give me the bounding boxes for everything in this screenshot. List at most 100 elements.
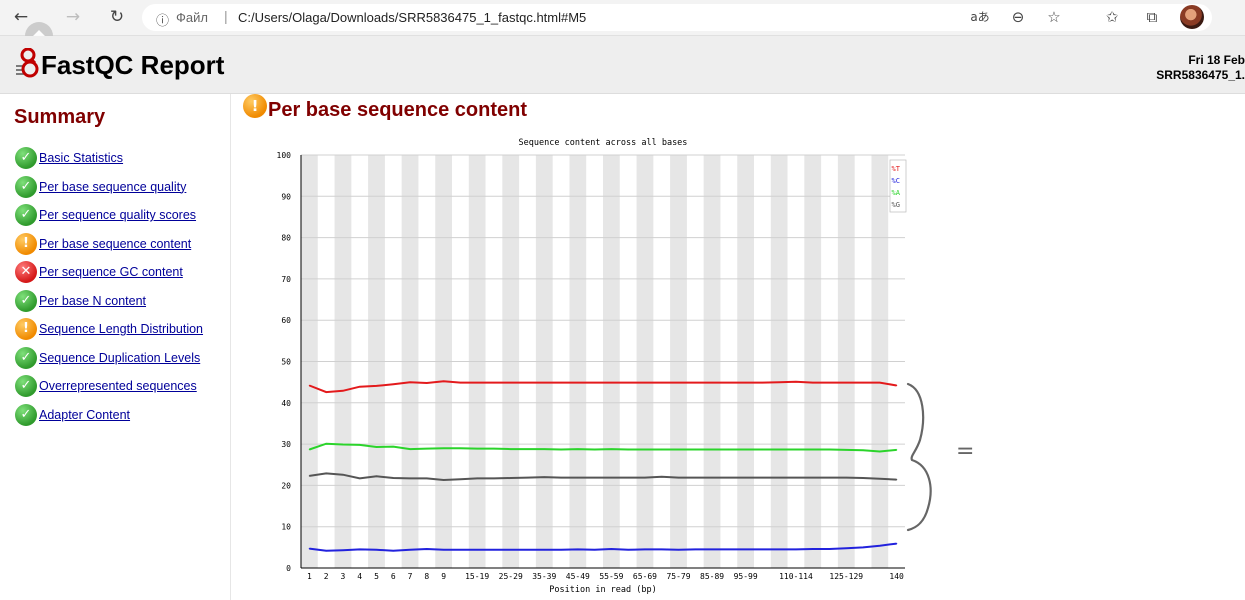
summary-link[interactable]: Per base sequence content	[39, 237, 191, 251]
x-tick-label: 1	[307, 572, 312, 581]
data-point	[426, 382, 428, 384]
data-point	[359, 548, 361, 551]
data-point	[476, 381, 478, 384]
data-point	[308, 475, 310, 477]
data-point	[325, 391, 327, 393]
data-point	[375, 446, 378, 448]
summary-link[interactable]: Per base sequence quality	[39, 180, 186, 194]
x-tick-label: 125-129	[829, 572, 863, 581]
data-point	[526, 448, 529, 450]
chart-title: Sequence content across all bases	[519, 138, 688, 148]
read-aloud-icon[interactable]: aあ	[968, 5, 992, 29]
info-icon[interactable]: ⓘ	[156, 10, 169, 29]
data-point	[526, 381, 529, 384]
data-point	[761, 548, 763, 551]
browser-toolbar: ← → ↻ ⓘ Файл | C:/Users/Olaga/Downloads/…	[0, 0, 1245, 36]
data-point	[694, 548, 696, 551]
data-point	[828, 448, 831, 451]
data-point	[778, 381, 780, 383]
forward-arrow-icon[interactable]: →	[60, 5, 86, 29]
data-point	[627, 381, 629, 384]
data-point	[476, 477, 478, 479]
data-point	[560, 549, 562, 551]
data-point	[711, 548, 713, 551]
data-point	[543, 549, 545, 551]
collections-icon[interactable]: ⧉	[1140, 5, 1164, 29]
x-tick-label: 7	[408, 572, 413, 581]
address-separator: |	[224, 8, 228, 24]
favorite-star-icon[interactable]: ☆	[1042, 5, 1066, 29]
data-point	[627, 549, 629, 551]
summary-link[interactable]: Sequence Duplication Levels	[39, 351, 200, 365]
data-point	[677, 448, 680, 451]
x-tick-label: 4	[357, 572, 362, 581]
data-point	[493, 448, 495, 450]
data-point	[627, 448, 629, 451]
x-tick-label: 55-59	[599, 572, 623, 581]
y-tick-label: 0	[286, 564, 291, 573]
summary-link[interactable]: Basic Statistics	[39, 151, 123, 165]
data-point	[845, 449, 847, 451]
data-point	[375, 385, 378, 387]
pass-check-icon: ✓	[15, 204, 37, 226]
data-point	[560, 476, 562, 479]
summary-link[interactable]: Per sequence GC content	[39, 265, 183, 279]
legend-entry: %T	[892, 165, 901, 173]
profile-avatar[interactable]	[1180, 5, 1204, 29]
pass-check-icon: ✓	[15, 375, 37, 397]
data-point	[459, 478, 461, 480]
favorites-list-icon[interactable]: ✩	[1100, 5, 1124, 29]
data-point	[694, 448, 696, 451]
report-date: Fri 18 Feb	[1188, 53, 1245, 67]
data-point	[308, 448, 310, 451]
summary-title: Summary	[14, 106, 106, 128]
module-title: Per base sequence content	[268, 99, 527, 121]
url-text[interactable]: C:/Users/Olaga/Downloads/SRR5836475_1_fa…	[238, 10, 586, 25]
summary-link[interactable]: Per base N content	[39, 294, 146, 308]
data-point	[879, 478, 881, 480]
pass-check-icon: ✓	[15, 289, 37, 312]
data-point	[644, 476, 646, 479]
data-point	[342, 549, 344, 551]
report-filename: SRR5836475_1.	[1156, 68, 1245, 82]
data-point	[426, 548, 428, 550]
data-point	[443, 447, 445, 449]
data-point	[745, 448, 747, 451]
y-tick-label: 30	[281, 440, 291, 449]
x-tick-label: 8	[424, 572, 429, 581]
data-point	[426, 448, 428, 450]
data-point	[594, 476, 596, 479]
data-point	[392, 383, 394, 385]
summary-link[interactable]: Per sequence quality scores	[39, 208, 196, 222]
data-point	[510, 448, 512, 450]
data-point	[577, 548, 579, 551]
fastqc-logo	[16, 48, 39, 78]
data-point	[392, 550, 394, 552]
reload-icon[interactable]: ↻	[104, 5, 130, 29]
summary-link[interactable]: Sequence Length Distribution	[39, 322, 203, 336]
data-point	[325, 472, 327, 475]
data-point	[862, 381, 864, 384]
data-point	[459, 381, 461, 384]
data-point	[610, 448, 612, 450]
summary-link[interactable]: Adapter Content	[39, 408, 130, 422]
data-point	[409, 549, 411, 551]
data-point	[577, 381, 579, 384]
data-point	[644, 548, 646, 551]
data-point	[594, 381, 596, 384]
data-point	[677, 549, 680, 551]
pass-check-icon: ✓	[15, 403, 37, 426]
data-point	[812, 548, 814, 550]
zoom-out-icon[interactable]: ⊖	[1006, 5, 1030, 29]
data-point	[711, 381, 713, 384]
data-point	[745, 548, 747, 551]
data-point	[308, 384, 310, 387]
data-point	[795, 448, 797, 451]
data-point	[543, 381, 545, 384]
data-point	[644, 381, 646, 384]
data-point	[610, 548, 612, 550]
summary-link[interactable]: Overrepresented sequences	[39, 379, 197, 393]
data-point	[661, 381, 663, 384]
data-point	[677, 476, 680, 479]
address-scheme-label: Файл	[176, 10, 208, 25]
